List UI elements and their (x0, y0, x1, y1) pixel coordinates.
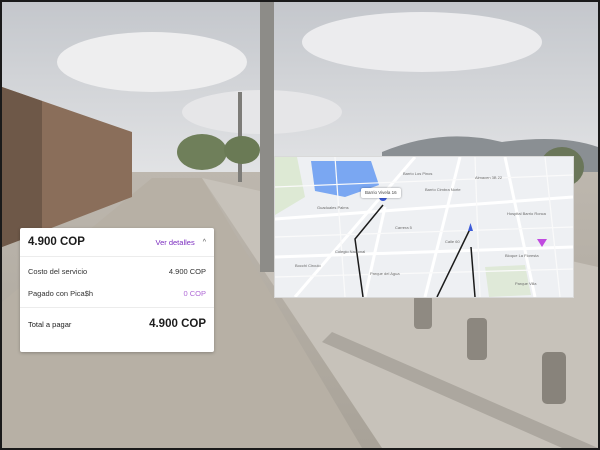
chevron-up-icon[interactable]: ^ (203, 239, 206, 246)
route-map[interactable]: Guaduales Palms Barrio Los Pinos Almacen 3… (274, 156, 574, 298)
map-label: Barrio Los Pinos (403, 171, 432, 176)
map-label: Calle 60 (445, 239, 460, 244)
map-label: Bocchi Circulo (295, 263, 321, 268)
map-label: Parque del Agua (370, 271, 400, 276)
map-label: Barrio Cimbra Norte (425, 187, 461, 192)
map-label: Colegio Nacional (335, 249, 365, 254)
map-label: Almacen 3B 22 (475, 175, 503, 180)
map-canvas[interactable]: Guaduales Palms Barrio Los Pinos Almacen 3… (275, 157, 573, 297)
view-details-toggle[interactable]: Ver detalles ^ (156, 238, 207, 247)
payment-card-header: 4.900 COP Ver detalles ^ (20, 228, 214, 257)
total-to-pay-row: Total a pagar 4.900 COP (20, 307, 214, 340)
map-label: Parque Villa (515, 281, 537, 286)
service-cost-value: 4.900 COP (168, 266, 206, 276)
paid-with-picash-value: 0 COP (183, 288, 206, 298)
service-cost-row: Costo del servicio 4.900 COP (20, 260, 214, 282)
payment-summary-card: 4.900 COP Ver detalles ^ Costo del servi… (20, 228, 214, 352)
map-label: Guaduales Palms (317, 205, 349, 210)
paid-with-picash-row: Pagado con Pica$h 0 COP (20, 282, 214, 304)
cloud (57, 32, 247, 92)
total-to-pay-value: 4.900 COP (149, 318, 206, 330)
map-label: Carrera 5 (395, 225, 413, 230)
map-label: Bloque La Floresta (505, 253, 539, 258)
cloud (302, 12, 542, 72)
view-details-label[interactable]: Ver detalles (156, 238, 195, 247)
service-cost-label: Costo del servicio (28, 266, 88, 276)
total-to-pay-label: Total a pagar (28, 319, 72, 329)
wall-shadow (2, 87, 42, 247)
paid-with-picash-label: Pagado con Pica$h (28, 288, 94, 298)
utility-pole (260, 2, 274, 272)
total-header-amount: 4.900 COP (28, 236, 85, 248)
screenshot-frame: 4.900 COP Ver detalles ^ Costo del servi… (0, 0, 600, 450)
pin-tooltip: Barrio Vivela 16 (361, 188, 401, 198)
map-label: Hospital Barrio Ronca (507, 211, 547, 216)
